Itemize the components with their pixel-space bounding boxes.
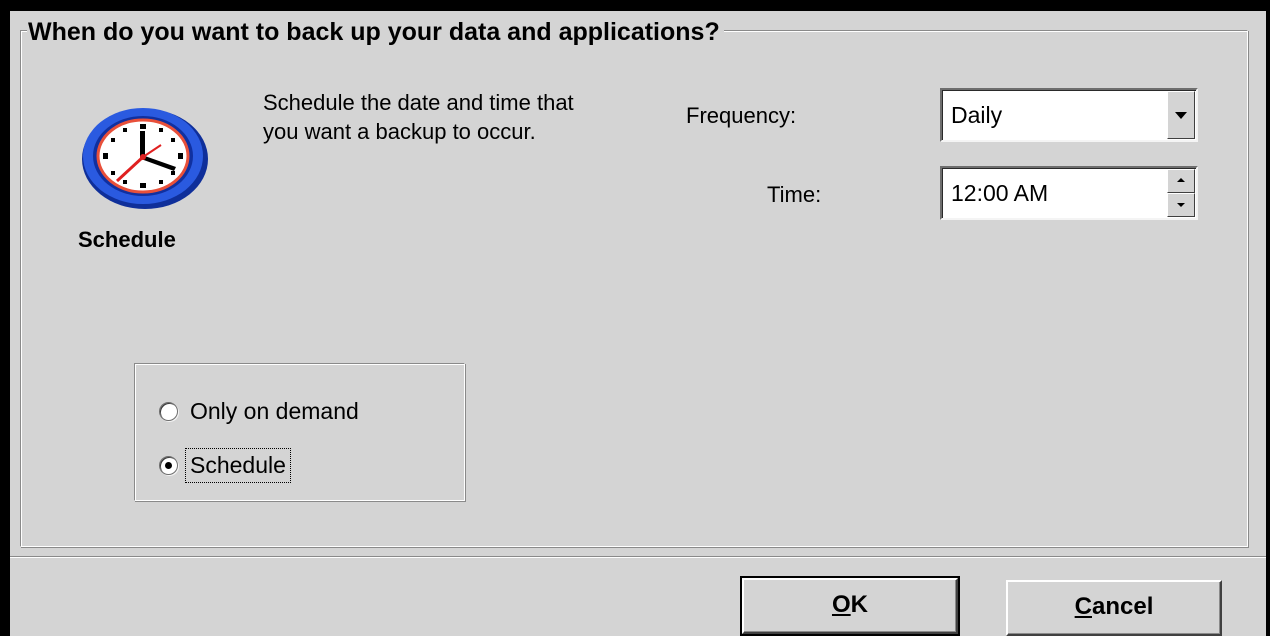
description-text: Schedule the date and time that you want… [263, 90, 574, 144]
time-value[interactable]: 12:00 AM [951, 180, 1048, 207]
frequency-value: Daily [951, 102, 1003, 128]
chevron-down-icon [1175, 112, 1187, 119]
frequency-dropdown-button[interactable] [1167, 91, 1195, 139]
frequency-label: Frequency: [686, 103, 797, 128]
time-decrement-button[interactable] [1167, 193, 1195, 217]
arrow-down-icon [1177, 203, 1185, 207]
time-label: Time: [767, 182, 822, 207]
radio-dot [165, 461, 172, 469]
only-on-demand-label[interactable]: Only on demand [188, 397, 361, 426]
time-spinner[interactable]: 12:00 AM [940, 166, 1198, 220]
ok-label-rest: K [850, 591, 868, 618]
ok-button[interactable]: OK [740, 576, 960, 636]
backup-mode-radio-group: Only on demand Schedule [134, 363, 465, 501]
cancel-accelerator: C [1074, 593, 1092, 620]
ok-accelerator: O [831, 591, 851, 618]
button-divider [10, 556, 1266, 558]
clock-icon [82, 108, 208, 209]
radio-button-empty-icon[interactable] [159, 401, 178, 421]
only-on-demand-radio[interactable]: Only on demand [159, 396, 361, 426]
schedule-radio[interactable]: Schedule [159, 447, 291, 483]
cancel-label-rest: ancel [1091, 593, 1154, 620]
time-increment-button[interactable] [1167, 169, 1195, 193]
frequency-dropdown[interactable]: Daily [940, 88, 1198, 142]
schedule-radio-label[interactable]: Schedule [185, 447, 291, 483]
group-title: When do you want to back up your data an… [27, 17, 724, 47]
icon-caption: Schedule [78, 227, 176, 252]
arrow-up-icon [1177, 178, 1185, 182]
radio-button-selected-icon[interactable] [159, 455, 178, 475]
cancel-button[interactable]: Cancel [1006, 580, 1222, 636]
